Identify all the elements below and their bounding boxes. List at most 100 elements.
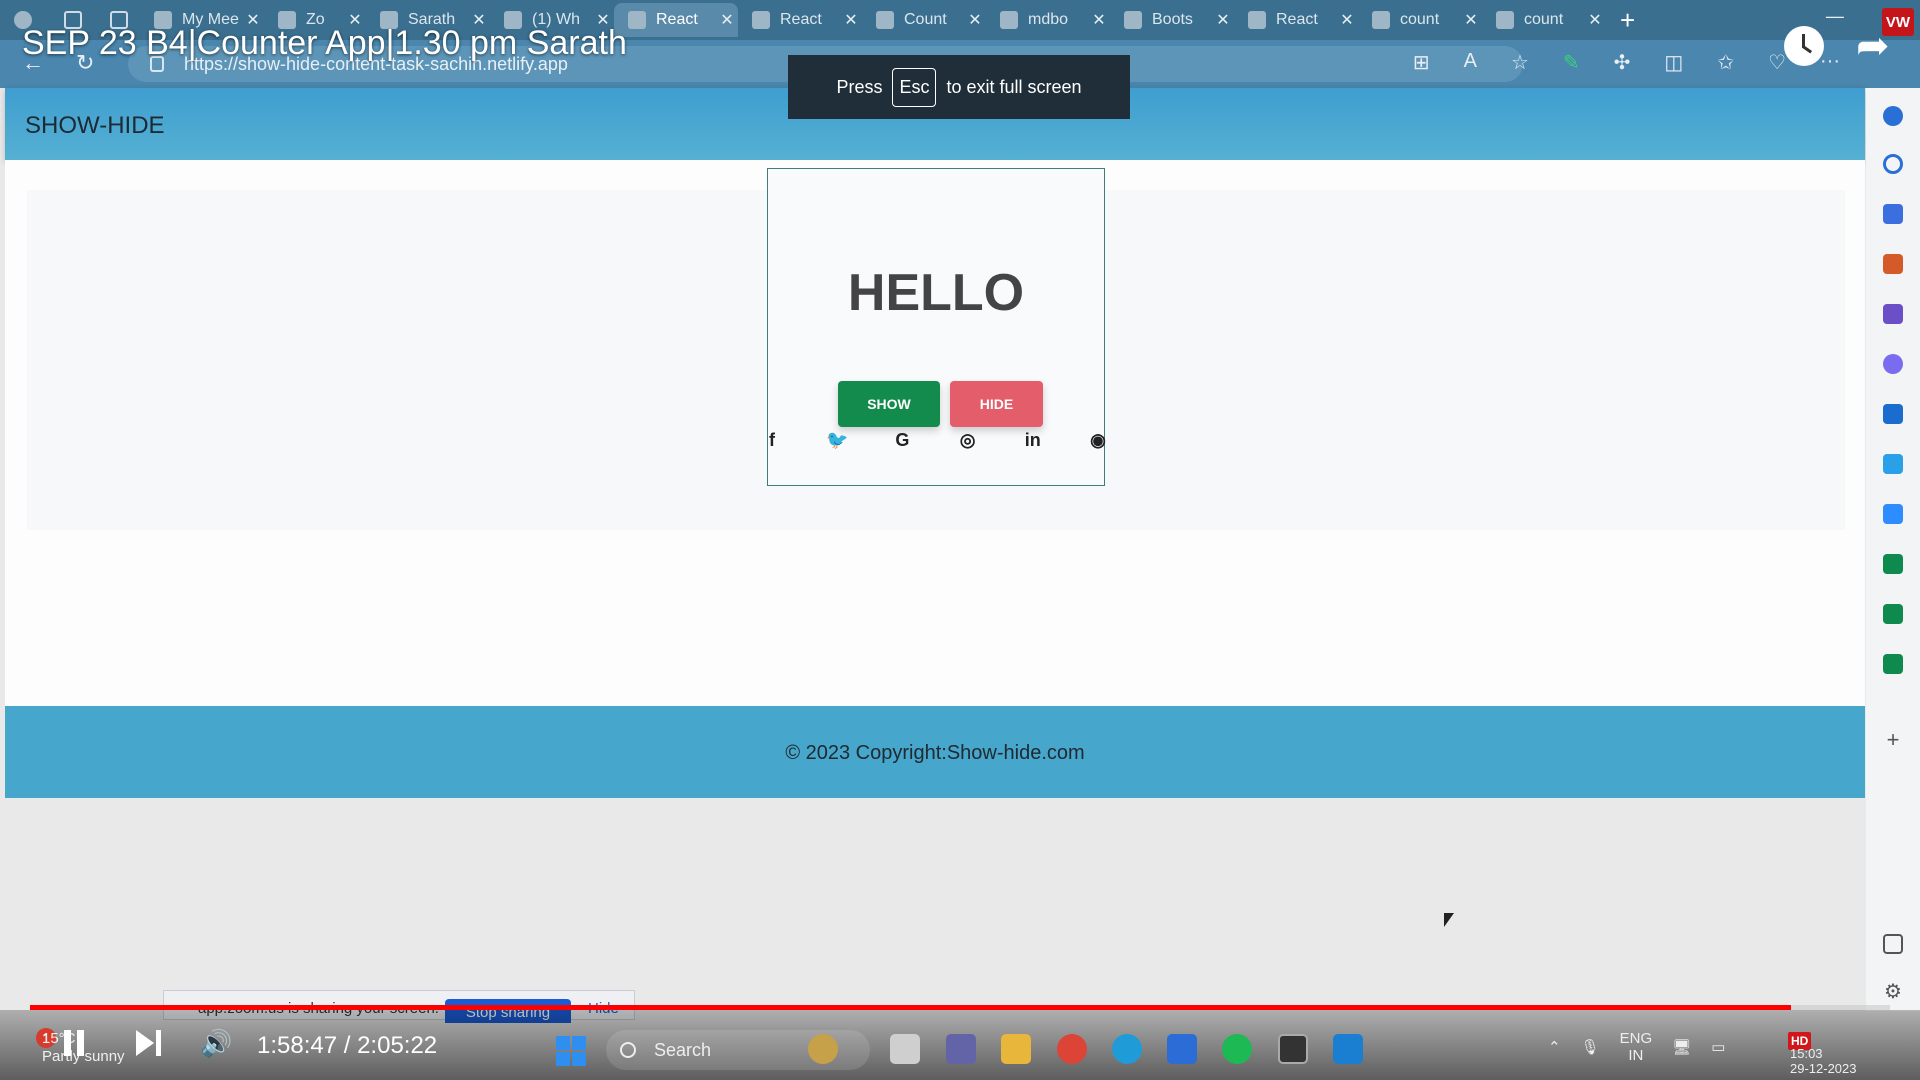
show-button[interactable]: SHOW bbox=[838, 381, 940, 427]
tab-favicon-icon bbox=[1248, 11, 1266, 29]
mouse-cursor-icon bbox=[1444, 913, 1454, 927]
esc-key: Esc bbox=[892, 67, 937, 107]
vscode-icon[interactable] bbox=[1333, 1034, 1363, 1064]
tools-icon[interactable] bbox=[1883, 254, 1903, 274]
linkedin-icon[interactable]: in bbox=[1021, 428, 1045, 452]
split-screen-icon[interactable]: ◫ bbox=[1664, 50, 1683, 75]
app-available-icon[interactable]: ⊞ bbox=[1413, 50, 1430, 75]
video-title[interactable]: SEP 23 B4|Counter App|1.30 pm Sarath bbox=[22, 24, 627, 63]
browser-tab[interactable]: React ✕ bbox=[1234, 3, 1358, 37]
sheets-icon[interactable] bbox=[1883, 654, 1903, 674]
clock-time: 15:03 bbox=[1790, 1046, 1823, 1061]
tray-chevron-icon[interactable]: ⌃ bbox=[1548, 1038, 1561, 1056]
tab-close-icon[interactable]: ✕ bbox=[1460, 10, 1482, 30]
screen: { "video": { "title": "SEP 23 B4|Counter… bbox=[0, 0, 1920, 1080]
extensions-icon[interactable]: ✣ bbox=[1614, 50, 1631, 75]
video-progress-fill bbox=[30, 1005, 1792, 1010]
video-time: 1:58:47 / 2:05:22 bbox=[257, 1032, 438, 1059]
browser-tab[interactable]: count ✕ bbox=[1482, 3, 1606, 37]
notification-bell-icon[interactable] bbox=[1883, 106, 1903, 126]
teams-icon[interactable] bbox=[946, 1034, 976, 1064]
facebook-icon[interactable]: f bbox=[760, 428, 784, 452]
taskbar-search-label: Search bbox=[654, 1039, 712, 1060]
spotify-icon[interactable] bbox=[1222, 1034, 1252, 1064]
browser-tab[interactable]: mdbo ✕ bbox=[986, 3, 1110, 37]
terminal-icon[interactable] bbox=[1278, 1034, 1308, 1064]
next-icon[interactable] bbox=[136, 1030, 154, 1056]
windows-start-icon[interactable] bbox=[556, 1036, 586, 1066]
file-explorer-icon[interactable] bbox=[1001, 1034, 1031, 1064]
video-progress-bar[interactable] bbox=[30, 1005, 1890, 1010]
channel-logo-icon[interactable]: VW bbox=[1882, 8, 1914, 36]
tab-close-icon[interactable]: ✕ bbox=[840, 10, 862, 30]
tab-close-icon[interactable]: ✕ bbox=[964, 10, 986, 30]
tab-favicon-icon bbox=[876, 11, 894, 29]
clock[interactable]: 15:03 29-12-2023 bbox=[1790, 1046, 1857, 1076]
tab-close-icon[interactable]: ✕ bbox=[716, 10, 738, 30]
search-icon bbox=[620, 1042, 636, 1058]
tab-close-icon[interactable]: ✕ bbox=[1584, 10, 1606, 30]
social-links: f 🐦 G ◎ in ◉ bbox=[760, 428, 1110, 452]
footer-copyright: © 2023 Copyright:Show-hide.com bbox=[785, 742, 1085, 764]
pause-icon[interactable] bbox=[64, 1030, 86, 1056]
watch-later-icon[interactable] bbox=[1784, 26, 1824, 66]
games-icon[interactable] bbox=[1883, 304, 1903, 324]
browser-tab[interactable]: Count ✕ bbox=[862, 3, 986, 37]
browser-essentials-icon[interactable]: ♡ bbox=[1768, 50, 1786, 75]
telegram-icon[interactable] bbox=[1883, 454, 1903, 474]
search-icon[interactable] bbox=[1883, 154, 1903, 174]
settings-gear-icon[interactable]: ⚙ bbox=[1883, 982, 1903, 1002]
battery-icon[interactable]: ▭ bbox=[1711, 1038, 1725, 1056]
browser-tab[interactable]: Boots ✕ bbox=[1110, 3, 1234, 37]
google-icon[interactable]: G bbox=[890, 428, 914, 452]
tab-favicon-icon bbox=[1496, 11, 1514, 29]
tab-favicon-icon bbox=[1124, 11, 1142, 29]
copilot-icon[interactable] bbox=[1883, 354, 1903, 374]
tab-favicon-icon bbox=[1372, 11, 1390, 29]
zoom-icon[interactable] bbox=[1883, 504, 1903, 524]
browser-tab-active[interactable]: React ✕ bbox=[614, 3, 738, 37]
tab-close-icon[interactable]: ✕ bbox=[1336, 10, 1358, 30]
read-aloud-icon[interactable]: A bbox=[1464, 50, 1477, 75]
hello-heading: HELLO bbox=[847, 264, 1025, 322]
web-page: SHOW-HIDE HELLO SHOW HIDE f 🐦 G ◎ in ◉ ©… bbox=[5, 88, 1865, 1011]
new-tab-button[interactable]: + bbox=[1620, 5, 1635, 36]
navbar-brand[interactable]: SHOW-HIDE bbox=[25, 112, 165, 140]
sheets-icon[interactable] bbox=[1883, 604, 1903, 624]
search-highlight-icon[interactable] bbox=[808, 1034, 838, 1064]
volume-icon[interactable]: 🔊 bbox=[200, 1030, 232, 1056]
network-icon[interactable]: 🖥 bbox=[1672, 1038, 1691, 1056]
outlook-icon[interactable] bbox=[1883, 404, 1903, 424]
edge-icon[interactable] bbox=[1112, 1034, 1142, 1064]
sheets-icon[interactable] bbox=[1883, 554, 1903, 574]
toast-press: Press bbox=[836, 76, 883, 97]
hide-button[interactable]: HIDE bbox=[950, 381, 1043, 427]
extension-green-icon[interactable]: ✎ bbox=[1563, 50, 1580, 75]
tab-close-icon[interactable]: ✕ bbox=[1212, 10, 1234, 30]
browser-tab[interactable]: count ✕ bbox=[1358, 3, 1482, 37]
instagram-icon[interactable]: ◎ bbox=[956, 428, 980, 452]
favorite-star-icon[interactable]: ☆ bbox=[1511, 50, 1529, 75]
language-indicator[interactable]: ENG IN bbox=[1620, 1030, 1653, 1064]
task-view-icon[interactable] bbox=[890, 1034, 920, 1064]
chrome-icon[interactable] bbox=[1057, 1034, 1087, 1064]
tab-favicon-icon bbox=[628, 11, 646, 29]
add-icon[interactable]: + bbox=[1883, 729, 1903, 751]
clock-date: 29-12-2023 bbox=[1790, 1061, 1857, 1076]
toast-message: to exit full screen bbox=[946, 76, 1082, 97]
sidebar-toggle-icon[interactable] bbox=[1883, 934, 1903, 954]
tab-close-icon[interactable]: ✕ bbox=[1088, 10, 1110, 30]
more-menu-icon[interactable]: ··· bbox=[1820, 50, 1840, 75]
github-icon[interactable]: ◉ bbox=[1086, 428, 1110, 452]
favorites-icon[interactable]: ✩ bbox=[1717, 50, 1734, 75]
edge-sidebar: + ⚙ bbox=[1866, 88, 1920, 1011]
twitter-icon[interactable]: 🐦 bbox=[825, 428, 849, 452]
browser-tab[interactable]: React ✕ bbox=[738, 3, 862, 37]
minimize-icon[interactable]: — bbox=[1826, 6, 1844, 27]
next-bar-icon bbox=[156, 1030, 161, 1056]
tag-icon[interactable] bbox=[1883, 204, 1903, 224]
microphone-icon[interactable]: 🎙 bbox=[1581, 1038, 1600, 1056]
notepad-icon[interactable] bbox=[1167, 1034, 1197, 1064]
tab-favicon-icon bbox=[752, 11, 770, 29]
tab-favicon-icon bbox=[1000, 11, 1018, 29]
